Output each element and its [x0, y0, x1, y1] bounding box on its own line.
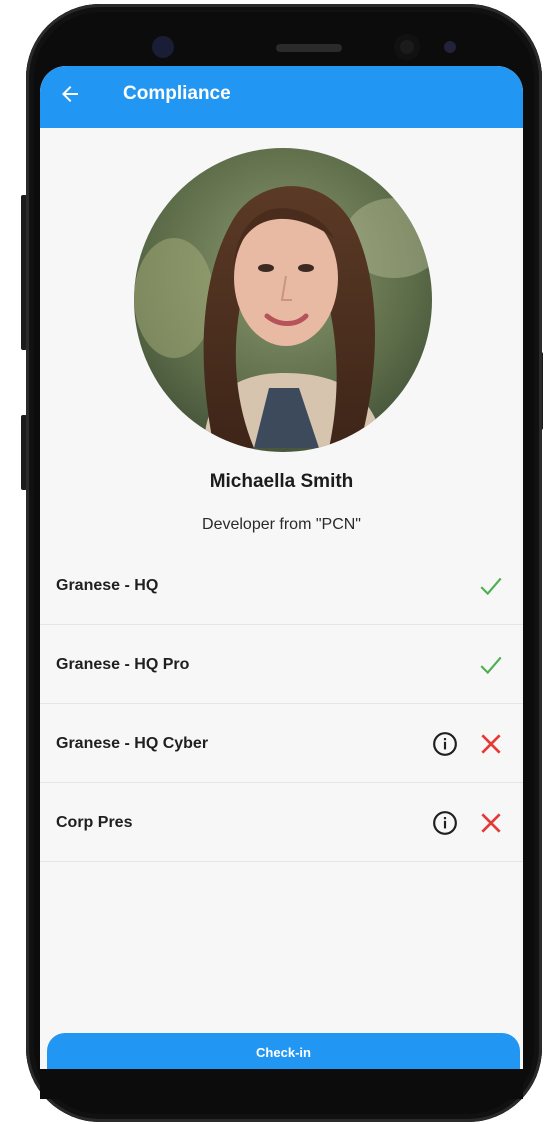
bottom-bezel	[40, 1069, 523, 1099]
check-icon	[480, 577, 502, 596]
close-icon	[481, 734, 501, 754]
check-icon	[480, 656, 502, 675]
list-item[interactable]: Granese - HQ	[40, 546, 523, 625]
compliance-list: Granese - HQ Granese - HQ Pro Granese - …	[40, 546, 523, 862]
front-camera	[152, 36, 174, 58]
page-title: Compliance	[123, 83, 231, 104]
info-icon[interactable]	[432, 731, 458, 757]
item-label: Corp Pres	[56, 814, 133, 831]
iris-sensor	[394, 34, 420, 60]
app-bar: Compliance	[40, 66, 523, 128]
list-item[interactable]: Granese - HQ Cyber	[40, 704, 523, 783]
item-label: Granese - HQ Cyber	[56, 735, 209, 752]
earpiece-speaker	[276, 44, 342, 52]
close-icon	[481, 813, 501, 833]
checkin-button[interactable]: Check-in	[47, 1033, 520, 1069]
proximity-sensor	[444, 41, 456, 53]
arrow-left-icon[interactable]	[58, 82, 82, 106]
list-item[interactable]: Corp Pres	[40, 783, 523, 862]
app-screen: Compliance Michaella Smith Developer fro…	[40, 66, 523, 1069]
list-item[interactable]: Granese - HQ Pro	[40, 625, 523, 704]
profile-photo	[134, 148, 432, 452]
person-role: Developer from "PCN"	[202, 516, 361, 533]
item-label: Granese - HQ	[56, 577, 159, 594]
item-label: Granese - HQ Pro	[56, 656, 190, 673]
info-icon[interactable]	[432, 810, 458, 836]
person-name: Michaella Smith	[209, 471, 354, 492]
avatar	[134, 148, 432, 452]
